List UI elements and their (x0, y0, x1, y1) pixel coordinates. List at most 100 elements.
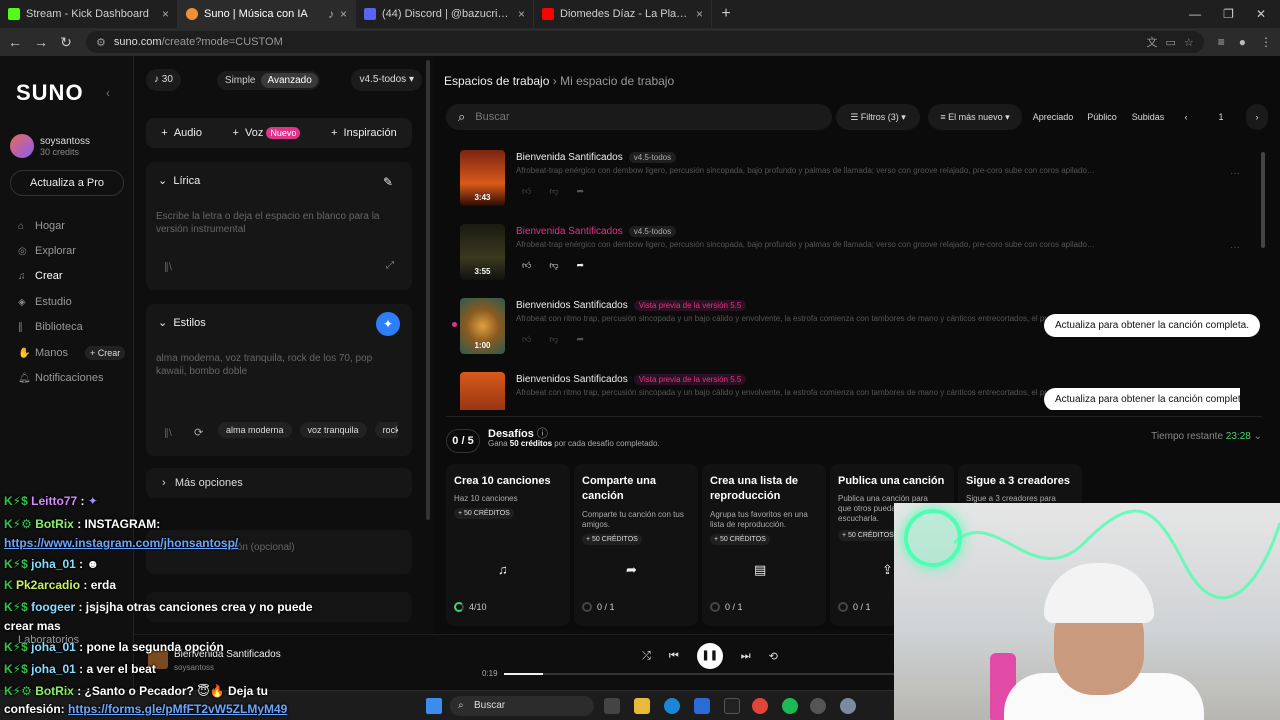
thumbs-up-icon[interactable]: 👍︎ (522, 260, 531, 271)
lyrics-header[interactable]: ⌄ Lírica (158, 174, 200, 187)
model-select[interactable]: v4.5-todos ▾ (351, 69, 422, 91)
expand-icon[interactable]: ⤢ (386, 260, 394, 271)
chrome-icon[interactable] (752, 698, 768, 714)
windows-start-icon[interactable] (426, 698, 442, 714)
song-title[interactable]: Bienvenida Santificados (516, 152, 623, 163)
song-thumbnail[interactable]: 1:00 (460, 298, 505, 354)
song-row[interactable]: 1:00 Bienvenidos Santificados Vista previ… (452, 296, 1260, 356)
menu-kebab-icon[interactable]: ⋮ (1260, 35, 1272, 49)
song-list-scrollbar[interactable] (1261, 152, 1265, 248)
shuffle-icon[interactable]: ⤮ (642, 650, 651, 663)
obs-icon[interactable] (810, 698, 826, 714)
repeat-icon[interactable]: ⟲ (769, 650, 778, 663)
store-icon[interactable] (694, 698, 710, 714)
add-voice-button[interactable]: + Voz Nuevo (233, 127, 301, 139)
bookmark-star-icon[interactable]: ☆ (1184, 36, 1194, 49)
sidebar-item-create[interactable]: ♫ Crear (18, 270, 63, 282)
close-icon[interactable]: × (162, 7, 169, 21)
close-window-icon[interactable]: ✕ (1256, 7, 1266, 21)
challenge-card[interactable]: Crea 10 canciones Haz 10 canciones + 50 … (446, 464, 570, 626)
browser-tab-active[interactable]: Suno | Música con IA ♪ × (178, 0, 356, 28)
url-field[interactable]: ⚙ suno.com/create?mode=CUSTOM 文 ▭ ☆ (86, 31, 1204, 53)
browser-tab[interactable]: (44) Discord | @bazucristo1 × (356, 0, 534, 28)
reload-icon[interactable]: ↻ (60, 34, 72, 51)
chat-link[interactable]: https://www.instagram.com/jhonsantosp/ (4, 536, 238, 550)
mode-simple-button[interactable]: Simple (219, 73, 262, 88)
task-view-icon[interactable] (604, 698, 620, 714)
song-thumbnail[interactable] (460, 372, 505, 410)
upgrade-to-pro-button[interactable]: Actualiza a Pro (10, 170, 124, 196)
create-scrollbar[interactable] (426, 60, 430, 520)
song-thumbnail[interactable]: 3:43 (460, 150, 505, 206)
sidebar-item-library[interactable]: ∥ Biblioteca (18, 321, 83, 333)
song-row[interactable]: 3:43 Bienvenida Santificados v4.5-todos A… (460, 148, 1240, 208)
back-icon[interactable]: ← (8, 34, 22, 50)
page-number[interactable]: 1 (1206, 104, 1236, 130)
song-row[interactable]: Bienvenidos Santificados Vista previa de … (460, 370, 1240, 410)
thumbs-up-icon[interactable]: 👍︎ (522, 186, 531, 197)
upgrade-full-song-button[interactable]: Actualiza para obtener la canción comple… (1043, 388, 1240, 410)
prev-page-icon[interactable]: ‹ (1178, 104, 1194, 130)
browser-tab[interactable]: Diomedes Díaz - La Plata (En Vi × (534, 0, 712, 28)
liked-filter[interactable]: Apreciado (1028, 104, 1078, 130)
forward-icon[interactable]: → (34, 34, 48, 50)
pause-button[interactable]: ❚❚ (696, 643, 723, 669)
sidebar-item-home[interactable]: ⌂ Hogar (18, 220, 65, 232)
close-icon[interactable]: × (340, 7, 347, 21)
close-icon[interactable]: × (518, 7, 525, 21)
challenge-card[interactable]: Comparte una canción Comparte tu canción… (574, 464, 698, 626)
song-thumbnail[interactable]: 3:55 (460, 224, 505, 280)
magic-wand-icon[interactable]: ✎ (376, 170, 400, 194)
sidebar-item-explore[interactable]: ◎ Explorar (18, 245, 76, 257)
hands-create-button[interactable]: + Crear (85, 346, 126, 360)
public-filter[interactable]: Público (1082, 104, 1122, 130)
chevron-down-icon[interactable]: ⌄ (1254, 431, 1262, 442)
close-icon[interactable]: × (696, 7, 703, 21)
upgrade-full-song-button[interactable]: Actualiza para obtener la canción comple… (1043, 314, 1260, 337)
user-profile[interactable]: soysantoss 30 credits (10, 134, 90, 158)
profile-avatar-icon[interactable]: ● (1239, 35, 1246, 49)
suno-logo[interactable]: SUNO (16, 80, 84, 106)
song-title[interactable]: Bienvenida Santificados (516, 226, 623, 237)
player-progress-bar[interactable] (504, 673, 894, 675)
breadcrumb-root[interactable]: Espacios de trabajo (444, 74, 549, 88)
restore-icon[interactable]: ❐ (1223, 7, 1234, 21)
styles-textarea[interactable]: alma moderna, voz tranquila, rock de los… (156, 352, 398, 378)
app-icon[interactable] (724, 698, 740, 714)
edge-icon[interactable] (664, 698, 680, 714)
more-options-icon[interactable]: ··· (1230, 242, 1240, 253)
cast-icon[interactable]: ▭ (1165, 36, 1175, 49)
library-icon[interactable]: ∥\ (164, 262, 172, 273)
style-chip[interactable]: alma moderna (218, 422, 292, 438)
next-page-icon[interactable]: › (1246, 104, 1268, 130)
search-input[interactable]: ⌕ Buscar (446, 104, 832, 130)
styles-header[interactable]: ⌄ Estilos (158, 316, 206, 329)
song-title[interactable]: Bienvenidos Santificados (516, 374, 628, 385)
share-icon[interactable]: ➦ (577, 334, 585, 345)
share-icon[interactable]: ➦ (577, 260, 585, 271)
style-chip[interactable]: voz tranquila (299, 422, 367, 438)
chat-link[interactable]: https://forms.gle/pMfFT2vW5ZLMyM49 (68, 702, 287, 716)
file-explorer-icon[interactable] (634, 698, 650, 714)
style-chip[interactable]: rock d (374, 422, 398, 438)
collapse-sidebar-icon[interactable]: ‹ (106, 86, 110, 100)
previous-icon[interactable]: ⏮︎ (669, 650, 679, 663)
lyrics-textarea[interactable]: Escribe la letra o deja el espacio en bl… (156, 210, 398, 236)
extensions-icon[interactable]: ≡ (1218, 35, 1225, 49)
share-icon[interactable]: ➦ (577, 186, 585, 197)
translate-icon[interactable]: 文 (1146, 34, 1157, 50)
browser-tab[interactable]: Stream - Kick Dashboard × (0, 0, 178, 28)
more-options-icon[interactable]: ··· (1230, 168, 1240, 179)
thumbs-down-icon[interactable]: 👎︎ (549, 260, 558, 271)
magic-wand-icon[interactable]: ✦ (376, 312, 400, 336)
add-inspiration-button[interactable]: + Inspiración (331, 127, 397, 139)
sidebar-item-studio[interactable]: ◈ Estudio (18, 296, 72, 308)
song-row[interactable]: 3:55 Bienvenida Santificados v4.5-todos A… (460, 222, 1240, 282)
site-info-icon[interactable]: ⚙ (96, 36, 106, 49)
settings-icon[interactable] (840, 698, 856, 714)
thumbs-down-icon[interactable]: 👎︎ (549, 334, 558, 345)
credits-pill[interactable]: ♪ 30 (146, 69, 181, 91)
sort-select[interactable]: ≡ El más nuevo ▾ (928, 104, 1022, 130)
next-icon[interactable]: ⏭︎ (741, 650, 751, 663)
sidebar-item-hands[interactable]: ✋ Manos + Crear (18, 346, 126, 360)
